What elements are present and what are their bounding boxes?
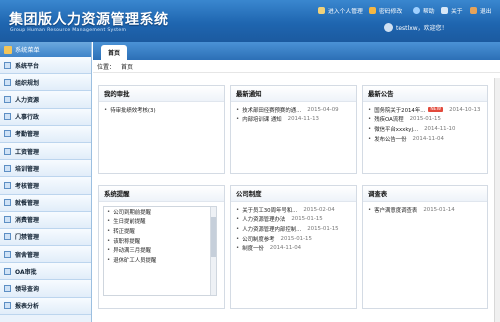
list-item[interactable]: • 制度一份 2014-11-04 (236, 243, 352, 253)
page-scrollbar[interactable] (494, 78, 500, 322)
sidebar-item-hr[interactable]: 人力资源 (0, 91, 91, 109)
list-item[interactable]: • 客户满意度调查表 2015-01-14 (368, 205, 483, 215)
app-header: 集团版人力资源管理系统 Group Human Resource Managem… (0, 0, 500, 42)
list-item[interactable]: • 技术部田径赛预赛的通... 2015-04-09 (236, 105, 352, 115)
breadcrumb-label: 位置： (97, 63, 116, 71)
notice-panel: 最新通知 • 技术部田径赛预赛的通... 2015-04-09 • 内部培训课 通知 2… (230, 85, 357, 174)
list-item[interactable]: • 内部培训课 通知 2014-11-13 (236, 115, 352, 125)
panel-title: 我的审批 (99, 86, 224, 102)
list-item[interactable]: • 公司到期前提醒 (104, 207, 216, 217)
menu-item-icon (4, 181, 11, 189)
menu-item-icon (4, 285, 11, 293)
list-item[interactable]: • 关于员工30周年号和... 2015-02-04 (236, 205, 352, 215)
app-title: 集团版人力资源管理系统 (9, 12, 169, 28)
menu-item-icon (4, 61, 11, 69)
survey-panel: 调查表 • 客户满意度调查表 2015-01-14 (362, 185, 488, 309)
warning-list: • 公司到期前提醒 • 生日提前提醒 • 转正提醒 • 该职称提醒 • 异动满三月提醒 •… (103, 206, 217, 296)
sidebar-item-consumption[interactable]: 消费管理 (0, 211, 91, 229)
list-item[interactable]: • 异动满三月提醒 (104, 245, 216, 255)
sidebar-item-system[interactable]: 系统平台 (0, 57, 91, 75)
about-link[interactable]: 关于 (441, 5, 463, 15)
sidebar-item-org[interactable]: 组织规划 (0, 74, 91, 92)
warning-panel: 系统提醒 • 公司到期前提醒 • 生日提前提醒 • 转正提醒 • 该职称提醒 • 异动满三… (98, 185, 225, 309)
help-icon (413, 6, 420, 14)
scrollbar-thumb[interactable] (211, 217, 216, 257)
sidebar-item-attendance[interactable]: 考勤管理 (0, 125, 91, 143)
list-item[interactable]: • 待审批绩效考核(3) (104, 105, 220, 115)
list-item[interactable]: • 微信平台xxxkyj... 2014-11-10 (368, 124, 483, 134)
sidebar: 系统菜单 系统平台 组织规划 人力资源 人事行政 考勤管理 工资管理 培训管理 … (0, 42, 92, 322)
panel-title: 调查表 (363, 186, 487, 202)
menu-item-icon (4, 216, 11, 224)
menu-item-icon (4, 250, 11, 258)
sidebar-item-admin[interactable]: 人事行政 (0, 108, 91, 126)
menu-item-icon (4, 199, 11, 207)
change-password-link[interactable]: 密码修改 (369, 5, 402, 15)
key-icon (369, 6, 376, 14)
new-badge: NEW (428, 107, 444, 113)
list-item[interactable]: • 转正提醒 (104, 226, 216, 236)
list-item[interactable]: • 国务院关于2014年... NEW 2014-10-13 (368, 105, 483, 115)
about-icon (441, 6, 448, 14)
tab-home[interactable]: 首页 (101, 45, 127, 60)
menu-item-icon (4, 95, 11, 103)
list-item[interactable]: • 人力资源管理内部控制... 2015-01-15 (236, 224, 352, 234)
sidebar-header: 系统菜单 (0, 42, 91, 57)
menu-item-icon (4, 233, 11, 241)
help-link[interactable]: 帮助 (413, 5, 435, 15)
logout-link[interactable]: 退出 (470, 5, 492, 15)
list-item[interactable]: • 残疾OA流程 2015-01-15 (368, 115, 483, 125)
sidebar-item-access[interactable]: 门禁管理 (0, 228, 91, 247)
breadcrumb: 位置： 首页 (93, 60, 500, 73)
list-item[interactable]: • 该职称提醒 (104, 236, 216, 246)
panel-title: 最新通知 (231, 86, 356, 102)
approval-panel: 我的审批 • 待审批绩效考核(3) (98, 85, 225, 174)
sidebar-item-training[interactable]: 培训管理 (0, 160, 91, 178)
sidebar-item-salary[interactable]: 工资管理 (0, 142, 91, 161)
sidebar-item-leader[interactable]: 领导查询 (0, 280, 91, 298)
list-item[interactable]: • 生日提前提醒 (104, 217, 216, 227)
announce-panel: 最新公告 • 国务院关于2014年... NEW 2014-10-13 • 残疾OA流程… (362, 85, 488, 174)
sidebar-item-dorm[interactable]: 宿舍管理 (0, 246, 91, 264)
list-item[interactable]: • 发布公告一份 2014-11-04 (368, 134, 483, 144)
panel-title: 最新公告 (363, 86, 487, 102)
sidebar-item-appraisal[interactable]: 考核管理 (0, 177, 91, 195)
panel-title: 公司制度 (231, 186, 356, 202)
main-area: 首页 位置： 首页 我的审批 • 待审批绩效考核(3) 最新通知 • 技术部田径赛预… (93, 42, 500, 322)
exit-icon (470, 6, 477, 14)
user-avatar-icon (384, 22, 393, 32)
sidebar-item-dining[interactable]: 就餐管理 (0, 194, 91, 212)
menu-item-icon (4, 267, 11, 275)
list-item[interactable]: • 人力资源管理办法 2015-01-15 (236, 215, 352, 225)
menu-item-icon (4, 164, 11, 172)
sidebar-item-oa[interactable]: OA审批 (0, 263, 91, 281)
list-item[interactable]: • 退休矿工人员提醒 (104, 255, 216, 265)
warning-scrollbar[interactable] (210, 207, 216, 295)
personal-link[interactable]: 进入个人管理 (318, 5, 363, 15)
menu-item-icon (4, 113, 11, 121)
breadcrumb-current[interactable]: 首页 (121, 62, 133, 71)
sidebar-item-reports[interactable]: 报表分析 (0, 297, 91, 315)
policy-panel: 公司制度 • 关于员工30周年号和... 2015-02-04 • 人力资源管理办法 2… (230, 185, 357, 309)
menu-item-icon (4, 130, 11, 138)
tab-bar: 首页 (93, 42, 500, 60)
menu-item-icon (4, 78, 11, 86)
list-item[interactable]: • 公司制度参考 2015-01-15 (236, 234, 352, 244)
menu-icon (4, 45, 12, 54)
current-user: testlxw，欢迎您！ (384, 22, 448, 32)
menu-item-icon (4, 147, 11, 155)
app-subtitle: Group Human Resource Management System (10, 28, 127, 33)
person-icon (318, 6, 325, 14)
panel-title: 系统提醒 (99, 186, 224, 202)
menu-item-icon (4, 302, 11, 310)
